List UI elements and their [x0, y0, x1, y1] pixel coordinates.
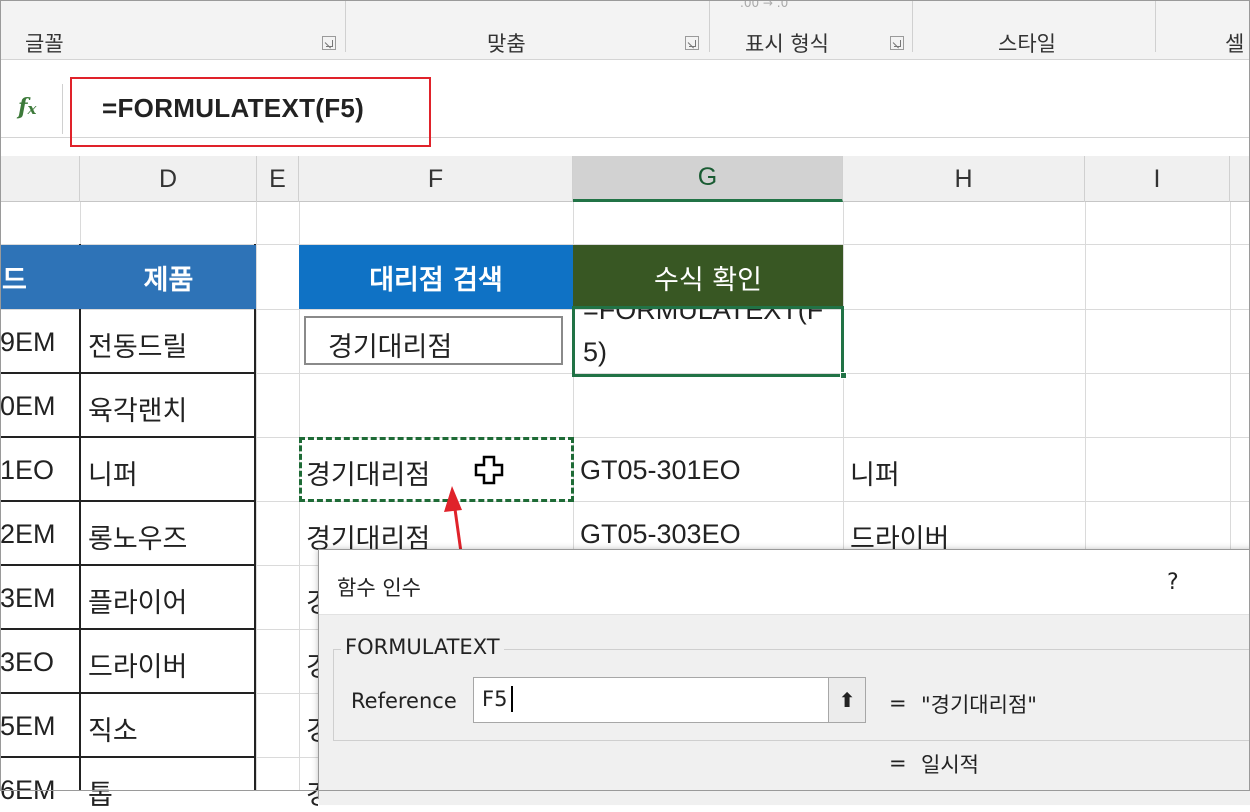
table-row-product[interactable]: 드라이버: [88, 645, 187, 684]
table-row-border: [0, 500, 256, 502]
product-table-divider: [79, 244, 81, 791]
formula-check-header-cell[interactable]: 수식 확인: [573, 245, 843, 309]
table-row-code[interactable]: 0EM: [0, 391, 56, 422]
result-g-cell[interactable]: GT05-303EO: [580, 519, 741, 550]
ribbon-separator: [709, 0, 710, 52]
fill-handle[interactable]: [840, 372, 847, 379]
table-row-product[interactable]: 플라이어: [88, 581, 187, 620]
column-header-f[interactable]: F: [299, 156, 573, 202]
formula-result: 일시적: [921, 753, 979, 777]
ribbon-separator: [912, 0, 913, 52]
equals-sign: =: [889, 751, 907, 775]
reference-value: F5: [482, 687, 508, 711]
table-row-border: [0, 692, 256, 694]
table-row-border: [0, 564, 256, 566]
table-row-product[interactable]: 니퍼: [88, 453, 138, 492]
column-headers: D E F G H I: [0, 156, 1250, 202]
table-row-product[interactable]: 톱: [88, 773, 113, 812]
insert-function-icon[interactable]: fx: [18, 94, 36, 120]
font-dialog-launcher-icon[interactable]: [322, 36, 336, 50]
column-header-j[interactable]: [1230, 156, 1250, 202]
ribbon-separator: [345, 0, 346, 52]
ribbon-group-styles: 스타일: [998, 32, 1056, 56]
ribbon: .00 → .0 글꼴 맞춤 표시 형식 스타일 셀: [0, 0, 1250, 60]
column-header-c[interactable]: [0, 156, 80, 202]
ribbon-group-alignment: 맞춤: [487, 32, 526, 56]
number-dialog-launcher-icon[interactable]: [890, 36, 904, 50]
column-header-g[interactable]: G: [573, 156, 843, 202]
table-row-code[interactable]: 3EO: [0, 647, 54, 678]
column-header-d[interactable]: D: [80, 156, 257, 202]
table-row-code[interactable]: 3EM: [0, 583, 56, 614]
partial-f-cell: 경: [306, 773, 318, 812]
table-row-border: [0, 756, 256, 758]
ribbon-decimal-glyphs: .00 → .0: [740, 0, 789, 10]
partial-f-cell: 경: [306, 645, 318, 684]
reference-input[interactable]: F5: [473, 677, 830, 723]
table-row-code[interactable]: 1EO: [0, 455, 54, 486]
header-product-cell[interactable]: 제품: [81, 245, 256, 309]
column-header-i[interactable]: I: [1085, 156, 1230, 202]
formula-bar: fx =FORMULATEXT(F5): [0, 60, 1250, 147]
dialog-title: 함수 인수: [337, 576, 421, 600]
alignment-dialog-launcher-icon[interactable]: [685, 36, 699, 50]
argument-result: "경기대리점": [921, 693, 1037, 717]
formula-bar-separator: [62, 84, 63, 134]
table-row-product[interactable]: 직소: [88, 709, 138, 748]
header-code-cell[interactable]: 드: [0, 245, 81, 309]
table-row-code[interactable]: 2EM: [0, 519, 56, 550]
result-h-cell[interactable]: 니퍼: [850, 453, 900, 492]
table-row-border: [0, 628, 256, 630]
help-button[interactable]: ?: [1167, 570, 1179, 595]
ribbon-group-number: 표시 형식: [745, 32, 829, 56]
table-row-product[interactable]: 육각랜치: [88, 389, 187, 428]
ribbon-separator: [1155, 0, 1156, 52]
active-cell-g5[interactable]: =FORMULATEXT(F 5): [572, 306, 844, 377]
search-header-cell[interactable]: 대리점 검색: [299, 245, 573, 309]
dialog-body: FORMULATEXT Reference F5 ⬆ = "경기대리점" = 일…: [319, 614, 1250, 805]
formula-highlight-box: =FORMULATEXT(F5): [70, 77, 431, 147]
collapse-dialog-button[interactable]: ⬆: [828, 677, 866, 723]
partial-f-cell: 경: [306, 709, 318, 748]
ribbon-group-font: 글꼴: [25, 32, 64, 56]
column-header-e[interactable]: E: [257, 156, 299, 202]
formula-text-line2: 5): [583, 337, 608, 367]
search-input[interactable]: 경기대리점: [304, 316, 563, 365]
table-row-border: [0, 436, 256, 438]
collapse-arrow-icon: ⬆: [838, 688, 856, 712]
table-row-code[interactable]: 9EM: [0, 327, 56, 358]
ribbon-group-cells: 셀: [1225, 32, 1245, 56]
table-row-border: [0, 372, 256, 374]
reference-label: Reference: [351, 689, 457, 713]
table-row-product[interactable]: 전동드릴: [88, 325, 187, 364]
result-g-cell[interactable]: GT05-301EO: [580, 455, 741, 486]
formula-text-line1: =FORMULATEXT(F: [583, 306, 824, 325]
equals-sign: =: [889, 691, 907, 715]
result-f-cell[interactable]: 경기대리점: [306, 453, 430, 492]
partial-f-cell: 경: [306, 581, 318, 620]
search-input-value: 경기대리점: [328, 332, 453, 362]
column-header-h[interactable]: H: [843, 156, 1085, 202]
formula-input[interactable]: =FORMULATEXT(F5): [102, 93, 364, 124]
text-caret: [511, 686, 513, 712]
table-row-product[interactable]: 롱노우즈: [88, 517, 187, 556]
table-row-code[interactable]: 5EM: [0, 711, 56, 742]
function-arguments-dialog: 함수 인수 ? FORMULATEXT Reference F5 ⬆ = "경기…: [318, 549, 1250, 805]
function-name: FORMULATEXT: [341, 635, 504, 659]
